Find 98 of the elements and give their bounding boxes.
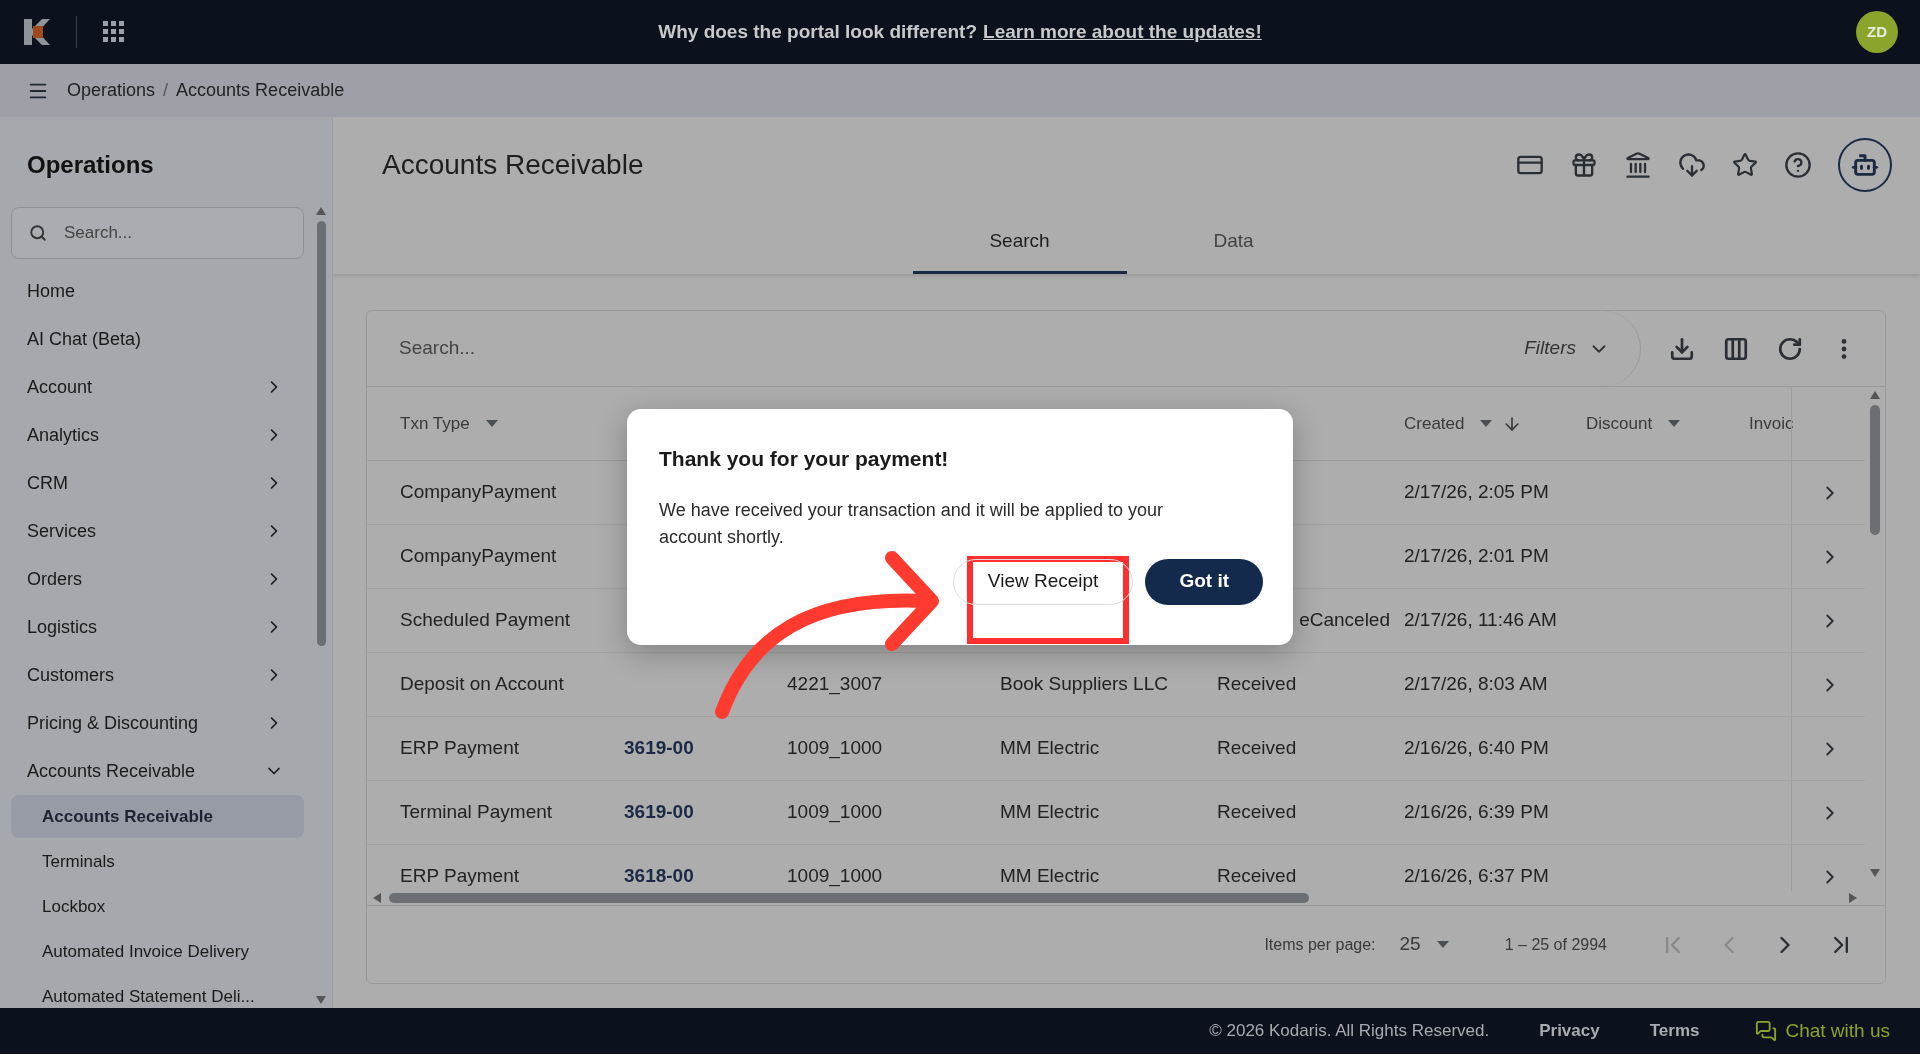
table-cell-text: 2/16/26, 6:37 PM <box>1404 864 1549 889</box>
table-cell-text: 1009_1000 <box>787 736 883 761</box>
assistant-button[interactable] <box>1838 137 1892 192</box>
breadcrumb-link[interactable]: Operations <box>67 77 156 104</box>
table-cell-text: Terminal Payment <box>400 800 553 825</box>
bank-icon[interactable] <box>1624 150 1652 179</box>
sort-menu-icon[interactable] <box>1480 419 1493 428</box>
table-cell-text: 2/17/26, 8:03 AM <box>1404 672 1548 697</box>
breadcrumb-link[interactable]: Accounts Receivable <box>176 77 345 104</box>
document-link[interactable]: 3618-00 <box>624 862 694 891</box>
sidebar-title: Operations <box>26 150 155 180</box>
footer-link[interactable]: Terms <box>1649 1018 1700 1044</box>
table-cell-text: ERP Payment <box>400 864 519 889</box>
dialog-title: Thank you for your payment! <box>659 446 950 472</box>
scrollbar-thumb[interactable] <box>1870 405 1880 535</box>
table-cell-text: MM Electric <box>1000 864 1100 889</box>
sidebar-item[interactable]: AI Chat (Beta) <box>11 315 304 363</box>
table-cell-text: eCanceled <box>1299 608 1390 633</box>
banner-text: Why does the portal look different? <box>658 19 978 44</box>
table-cell-text: ERP Payment <box>400 736 519 761</box>
table-cell-text: Deposit on Account <box>400 672 564 697</box>
document-link[interactable]: 3619-00 <box>624 798 694 827</box>
table-cell-text: 2/16/26, 6:39 PM <box>1404 800 1549 825</box>
table-cell-text: 1009_1000 <box>787 864 883 889</box>
logo-icon[interactable] <box>22 17 52 47</box>
table-search-field[interactable]: Search... <box>367 334 1495 363</box>
scroll-right-icon[interactable] <box>1849 893 1859 903</box>
sidebar-item[interactable]: CRM <box>11 459 304 507</box>
help-icon[interactable] <box>1784 150 1812 179</box>
scroll-up-icon[interactable] <box>1870 391 1880 401</box>
sidebar-item[interactable]: Accounts Receivable <box>11 747 304 795</box>
table-cell-text: 4221_3007 <box>787 672 883 697</box>
table-cell-text: Book Suppliers LLC <box>1000 672 1168 697</box>
cloud-download-icon[interactable] <box>1678 150 1706 179</box>
table-cell-text: 1009_1000 <box>787 800 883 825</box>
sidebar-search-field[interactable]: Search... <box>11 207 304 259</box>
sidebar-item[interactable]: Analytics <box>11 411 304 459</box>
star-icon[interactable] <box>1732 151 1758 178</box>
items-per-page-label: Items per page: <box>1264 934 1376 955</box>
scroll-up-icon[interactable] <box>316 207 326 217</box>
sidebar-subitem[interactable]: Automated Statement Deli... <box>11 975 304 1018</box>
footer-link[interactable]: Privacy <box>1539 1018 1600 1044</box>
table-cell-text: 2/16/26, 6:40 PM <box>1404 736 1549 761</box>
page-size-select[interactable]: 25 <box>1399 930 1449 959</box>
scrollbar-thumb[interactable] <box>316 221 326 646</box>
sidebar-subitem[interactable]: Automated Invoice Delivery <box>11 930 304 973</box>
table-cell-text: Scheduled Payment <box>400 608 571 633</box>
dialog-message: We have received your transaction and it will be applied to your account shortly. <box>659 498 1164 549</box>
sidebar-subitem[interactable]: Accounts Receivable <box>11 795 304 838</box>
table-cell-text: CompanyPayment <box>400 544 557 569</box>
got-it-button[interactable]: Got it <box>1145 558 1263 605</box>
sidebar-subitem[interactable]: Lockbox <box>11 885 304 928</box>
sidebar-subitem[interactable]: Terminals <box>11 840 304 883</box>
chat-link[interactable]: Chat with us <box>1755 1016 1890 1046</box>
column-label: Discount <box>1586 412 1653 435</box>
updates-link[interactable]: Learn more about the updates! <box>983 17 1262 47</box>
scroll-left-icon[interactable] <box>373 893 383 903</box>
column-label: Created <box>1404 412 1465 435</box>
download-icon[interactable] <box>1669 335 1695 362</box>
document-link[interactable]: 3619-00 <box>624 734 694 763</box>
sort-menu-icon[interactable] <box>1668 419 1681 428</box>
search-icon <box>29 224 47 242</box>
table-cell-text: Received <box>1217 800 1297 825</box>
sidebar-item[interactable]: Account <box>11 363 304 411</box>
sort-menu-icon[interactable] <box>485 419 498 428</box>
sidebar-item[interactable]: Services <box>11 507 304 555</box>
tab[interactable]: Search <box>912 212 1127 274</box>
column-label: Txn Type <box>400 412 470 435</box>
scroll-down-icon[interactable] <box>1870 869 1880 879</box>
breadcrumb-separator: / <box>163 79 169 102</box>
sidebar-item[interactable]: Customers <box>11 651 304 699</box>
refresh-icon[interactable] <box>1777 335 1803 362</box>
table-cell-text: MM Electric <box>1000 800 1100 825</box>
page-title: Accounts Receivable <box>382 147 644 182</box>
table-cell-text: Received <box>1217 672 1297 697</box>
apps-grid-icon[interactable] <box>103 21 125 43</box>
page-range: 1 – 25 of 2994 <box>1504 934 1607 955</box>
table-cell-text: MM Electric <box>1000 736 1100 761</box>
scroll-down-icon[interactable] <box>316 996 326 1006</box>
table-cell-text: 2/17/26, 2:01 PM <box>1404 544 1549 569</box>
table-cell-text: 2/17/26, 2:05 PM <box>1404 480 1549 505</box>
filters-dropdown[interactable]: Filters <box>1494 311 1641 386</box>
table-cell-text: CompanyPayment <box>400 480 557 505</box>
copyright-text: © 2026 Kodaris. All Rights Reserved. <box>1209 1020 1490 1043</box>
caret-icon[interactable] <box>1436 940 1449 949</box>
columns-icon[interactable] <box>1723 335 1749 362</box>
column-label: Invoic <box>1749 412 1794 435</box>
table-cell-text: Received <box>1217 736 1297 761</box>
sidebar-item[interactable]: Home <box>11 267 304 315</box>
sidebar-item[interactable]: Orders <box>11 555 304 603</box>
table-cell-text: Received <box>1217 864 1297 889</box>
chat-icon <box>1755 1020 1778 1042</box>
sidebar-item[interactable]: Logistics <box>11 603 304 651</box>
tab[interactable]: Data <box>1126 212 1341 274</box>
gift-icon[interactable] <box>1570 150 1598 179</box>
scrollbar-thumb[interactable] <box>389 893 1309 903</box>
table-cell-text: 2/17/26, 11:46 AM <box>1404 608 1557 633</box>
sidebar-item[interactable]: Pricing & Discounting <box>11 699 304 747</box>
